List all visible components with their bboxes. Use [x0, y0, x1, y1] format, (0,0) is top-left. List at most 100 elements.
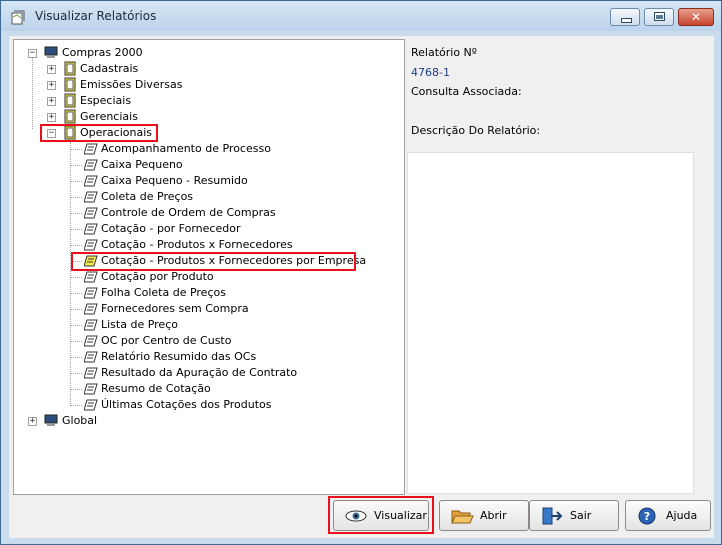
description-label: Descrição Do Relatório: — [411, 124, 541, 137]
highlight-operacionais — [40, 124, 158, 142]
tree-group-gerenciais[interactable]: + Gerenciais — [14, 109, 394, 125]
expand-toggle[interactable]: + — [47, 81, 56, 90]
report-item[interactable]: Controle de Ordem de Compras — [14, 205, 394, 221]
report-item[interactable]: Cotação por Produto — [14, 269, 394, 285]
report-item[interactable]: Últimas Cotações dos Produtos — [14, 397, 394, 413]
exit-icon — [542, 507, 563, 525]
tree-group-especiais[interactable]: + Especiais — [14, 93, 394, 109]
report-item-label: Acompanhamento de Processo — [101, 142, 271, 155]
collapse-toggle[interactable]: − — [28, 49, 37, 58]
report-item-label: Últimas Cotações dos Produtos — [101, 398, 272, 411]
tree-root-label: Global — [62, 414, 98, 427]
exit-button-label: Sair — [570, 509, 592, 522]
report-tree[interactable]: − Compras 2000 + Cadastrais + Emissões D… — [13, 39, 405, 495]
report-icon — [84, 191, 98, 203]
report-item[interactable]: Relatório Resumido das OCs — [14, 349, 394, 365]
exit-button[interactable]: Sair — [529, 500, 619, 531]
report-icon — [84, 287, 98, 299]
title-bar[interactable]: Visualizar Relatórios ✕ — [1, 1, 721, 31]
report-item[interactable]: OC por Centro de Custo — [14, 333, 394, 349]
report-item[interactable]: Cotação - Produtos x Fornecedores — [14, 237, 394, 253]
expand-toggle[interactable]: + — [47, 97, 56, 106]
close-icon: ✕ — [690, 10, 702, 24]
expand-toggle[interactable]: + — [47, 65, 56, 74]
tree-connector — [70, 245, 82, 246]
svg-text:?: ? — [644, 510, 650, 523]
report-item[interactable]: Acompanhamento de Processo — [14, 141, 394, 157]
report-item[interactable]: Cotação - por Fornecedor — [14, 221, 394, 237]
computer-icon — [44, 414, 58, 426]
report-icon — [84, 271, 98, 283]
description-textarea[interactable] — [407, 152, 694, 494]
computer-icon — [44, 46, 58, 58]
report-icon — [84, 207, 98, 219]
help-icon: ? — [638, 507, 656, 525]
tree-group-emissoes[interactable]: + Emissões Diversas — [14, 77, 394, 93]
report-item-label: Resumo de Cotação — [101, 382, 211, 395]
report-item[interactable]: Coleta de Preços — [14, 189, 394, 205]
help-button[interactable]: ? Ajuda — [625, 500, 711, 531]
report-item-label: Caixa Pequeno — [101, 158, 183, 171]
report-item-label: Resultado da Apuração de Contrato — [101, 366, 298, 379]
tree-root-compras[interactable]: − Compras 2000 — [14, 45, 394, 61]
tree-connector — [70, 309, 82, 310]
report-item[interactable]: Fornecedores sem Compra — [14, 301, 394, 317]
report-number-label: Relatório Nº — [411, 46, 477, 59]
report-app-icon — [11, 10, 25, 25]
tree-root-global[interactable]: + Global — [14, 413, 394, 429]
maximize-button[interactable] — [644, 8, 674, 26]
report-item[interactable]: Lista de Preço — [14, 317, 394, 333]
report-item-label: Controle de Ordem de Compras — [101, 206, 276, 219]
highlight-view-button — [328, 496, 434, 534]
report-icon — [84, 159, 98, 171]
open-button-label: Abrir — [480, 509, 507, 522]
open-button[interactable]: Abrir — [439, 500, 529, 531]
report-item[interactable]: Resumo de Cotação — [14, 381, 394, 397]
report-item-label: Lista de Preço — [101, 318, 178, 331]
tree-group-label: Gerenciais — [80, 110, 138, 123]
highlight-selected-report — [71, 252, 356, 271]
tree-root-label: Compras 2000 — [62, 46, 143, 59]
report-item[interactable]: Resultado da Apuração de Contrato — [14, 365, 394, 381]
report-item-label: Caixa Pequeno - Resumido — [101, 174, 248, 187]
tree-group-label: Especiais — [80, 94, 132, 107]
report-icon — [84, 143, 98, 155]
report-icon — [84, 335, 98, 347]
report-item[interactable]: Caixa Pequeno - Resumido — [14, 173, 394, 189]
report-item-label: Cotação por Produto — [101, 270, 214, 283]
book-icon — [64, 77, 76, 92]
tree-connector — [70, 229, 82, 230]
tree-connector — [70, 389, 82, 390]
folder-icon — [451, 510, 474, 524]
expand-toggle[interactable]: + — [28, 417, 37, 426]
tree-connector — [70, 181, 82, 182]
report-item[interactable]: Folha Coleta de Preços — [14, 285, 394, 301]
client-area: − Compras 2000 + Cadastrais + Emissões D… — [9, 36, 714, 538]
tree-connector — [70, 277, 82, 278]
report-item-label: Cotação - Produtos x Fornecedores — [101, 238, 293, 251]
report-icon — [84, 351, 98, 363]
report-item-label: OC por Centro de Custo — [101, 334, 232, 347]
report-viewer-window: Visualizar Relatórios ✕ − Compras 2000 +… — [0, 0, 722, 545]
close-button[interactable]: ✕ — [678, 8, 714, 26]
tree-group-cadastrais[interactable]: + Cadastrais — [14, 61, 394, 77]
expand-toggle[interactable]: + — [47, 113, 56, 122]
report-item-label: Cotação - por Fornecedor — [101, 222, 241, 235]
report-icon — [84, 223, 98, 235]
tree-connector — [70, 165, 82, 166]
report-item[interactable]: Caixa Pequeno — [14, 157, 394, 173]
report-item-label: Relatório Resumido das OCs — [101, 350, 257, 363]
report-icon — [84, 303, 98, 315]
tree-connector — [70, 373, 82, 374]
tree-connector — [70, 357, 82, 358]
book-icon — [64, 109, 76, 124]
minimize-button[interactable] — [610, 8, 640, 26]
maximize-icon — [654, 12, 665, 21]
minimize-icon — [621, 18, 632, 23]
report-icon — [84, 239, 98, 251]
report-icon — [84, 383, 98, 395]
report-item-label: Folha Coleta de Preços — [101, 286, 226, 299]
tree-connector — [70, 197, 82, 198]
tree-connector — [70, 293, 82, 294]
tree-connector — [70, 149, 82, 150]
